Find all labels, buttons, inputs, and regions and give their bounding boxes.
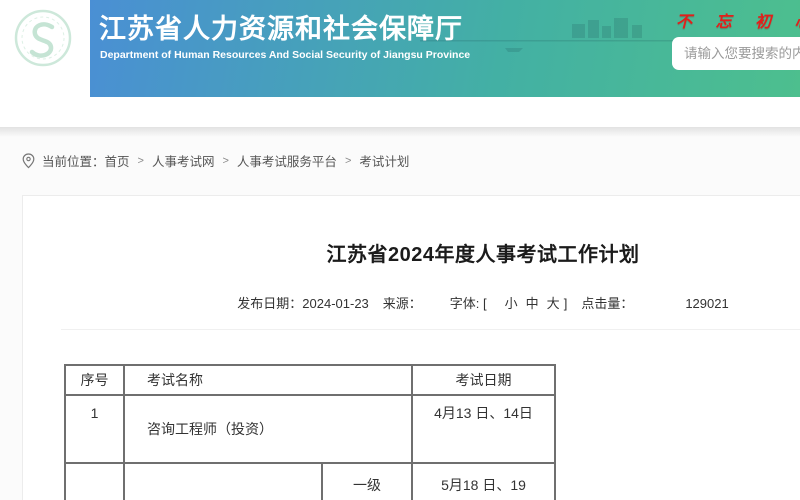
logo-area xyxy=(0,0,90,97)
table-header-row: 序号 考试名称 考试日期 xyxy=(65,365,555,395)
row2-exam-name xyxy=(124,463,322,500)
site-title-cn: 江苏省人力资源和社会保障厅 xyxy=(99,7,463,46)
row1-seq: 1 xyxy=(65,395,124,463)
meta-divider xyxy=(61,329,800,330)
article-meta: 发布日期：2024-01-23 来源： 字体: [ 小中大] 点击量： 129021 xyxy=(23,293,800,312)
font-size-small-button[interactable]: 小 xyxy=(505,296,518,311)
font-size-medium-button[interactable]: 中 xyxy=(526,296,539,311)
article-card: 江苏省2024年度人事考试工作计划 发布日期：2024-01-23 来源： 字体: … xyxy=(22,195,800,500)
search-input[interactable] xyxy=(672,37,800,70)
slogan-calligraphy: 不 忘 初 心 xyxy=(676,8,800,32)
landscape-watermark-icon xyxy=(420,10,690,65)
source-label: 来源： xyxy=(383,296,422,311)
nav-strip xyxy=(0,97,800,127)
site-title-en: Department of Human Resources And Social… xyxy=(100,49,470,61)
row2-exam-date: 5月18 日、19 xyxy=(412,463,555,500)
breadcrumb-home[interactable]: 首页 xyxy=(105,151,130,170)
breadcrumb-separator: > xyxy=(345,155,351,167)
breadcrumb: 当前位置： 首页 > 人事考试网 > 人事考试服务平台 > 考试计划 xyxy=(22,151,409,170)
exam-schedule-table: 序号 考试名称 考试日期 1 咨询工程师（投资） 4月13 日、14日 一级 5… xyxy=(64,364,556,500)
header-exam-date: 考试日期 xyxy=(412,365,555,395)
publish-date-label: 发布日期： xyxy=(237,296,302,311)
breadcrumb-label: 当前位置： xyxy=(42,151,105,170)
search-box xyxy=(672,37,800,70)
hrss-logo-icon xyxy=(13,8,73,68)
breadcrumb-separator: > xyxy=(222,155,228,167)
site-header: 江苏省人力资源和社会保障厅 Department of Human Resour… xyxy=(0,0,800,97)
font-size-label-close: ] xyxy=(564,296,568,311)
header-seq: 序号 xyxy=(65,365,124,395)
breadcrumb-exam-plan[interactable]: 考试计划 xyxy=(359,151,409,170)
row2-exam-level: 一级 xyxy=(322,463,412,500)
header-shadow xyxy=(0,127,800,137)
breadcrumb-exam-platform[interactable]: 人事考试服务平台 xyxy=(237,151,337,170)
header-exam-name: 考试名称 xyxy=(124,365,412,395)
row1-exam-name: 咨询工程师（投资） xyxy=(124,395,412,463)
publish-date: 2024-01-23 xyxy=(302,296,369,311)
location-pin-icon xyxy=(22,153,35,169)
breadcrumb-exam-site[interactable]: 人事考试网 xyxy=(152,151,215,170)
table-row: 1 咨询工程师（投资） 4月13 日、14日 xyxy=(65,395,555,463)
table-row: 一级 5月18 日、19 xyxy=(65,463,555,500)
hits-value: 129021 xyxy=(685,296,728,311)
page: 江苏省人力资源和社会保障厅 Department of Human Resour… xyxy=(0,0,800,500)
hits-label: 点击量： xyxy=(581,296,633,311)
article-title: 江苏省2024年度人事考试工作计划 xyxy=(23,238,800,267)
breadcrumb-separator: > xyxy=(138,155,144,167)
header-banner: 江苏省人力资源和社会保障厅 Department of Human Resour… xyxy=(90,0,800,97)
font-size-large-button[interactable]: 大 xyxy=(547,296,560,311)
row1-exam-date: 4月13 日、14日 xyxy=(412,395,555,463)
font-size-label: 字体: [ xyxy=(450,296,487,311)
row2-seq xyxy=(65,463,124,500)
